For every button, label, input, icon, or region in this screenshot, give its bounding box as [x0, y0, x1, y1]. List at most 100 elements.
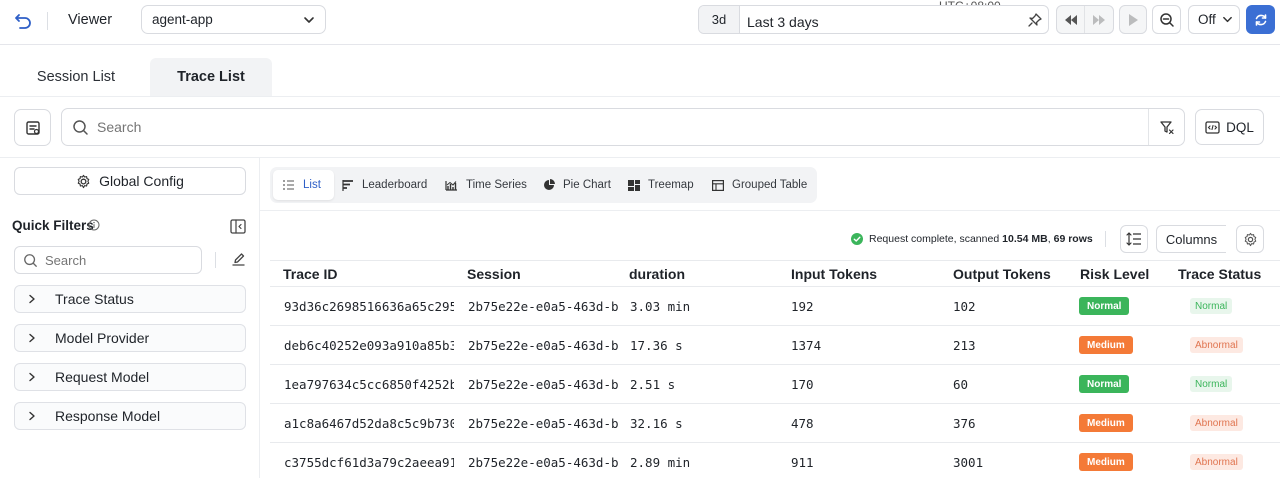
back-icon[interactable]	[13, 10, 35, 32]
dql-button[interactable]: DQL	[1195, 109, 1264, 145]
refresh-button[interactable]	[1246, 5, 1275, 34]
filter-response-model[interactable]: Response Model	[14, 402, 246, 430]
risk-level-badge: Normal	[1079, 375, 1130, 393]
time-range-label: Last 3 days	[747, 13, 819, 30]
global-config-label: Global Config	[99, 173, 184, 189]
view-tab-treemap[interactable]: Treemap	[628, 170, 694, 200]
zoom-out-icon	[1159, 12, 1175, 28]
trace-status-badge: Abnormal	[1190, 454, 1243, 470]
pin-icon[interactable]	[1027, 12, 1043, 28]
cell-trace-id: 1ea797634c5cc6850f4252b	[284, 376, 454, 392]
table-row[interactable]: 1ea797634c5cc6850f4252b 2b75e22e-e0a5-463…	[270, 365, 1280, 404]
sidebar-border	[259, 158, 260, 478]
status-divider	[1105, 231, 1106, 247]
row-density-icon	[1126, 232, 1142, 246]
time-range-short: 3d	[699, 6, 740, 33]
scanned-size: 10.54 MB	[1002, 233, 1048, 245]
list-icon	[283, 180, 303, 190]
cell-session: 2b75e22e-e0a5-463d-b	[468, 376, 618, 392]
app-select-value: agent-app	[152, 12, 213, 27]
saved-queries-button[interactable]	[14, 109, 51, 146]
search-divider	[0, 157, 1280, 158]
search-icon	[23, 253, 38, 268]
request-status: Request complete, scanned 10.54 MB , 69 …	[851, 232, 1093, 246]
columns-button[interactable]: Columns	[1156, 225, 1226, 253]
global-config-button[interactable]: Global Config	[14, 167, 246, 195]
treemap-icon	[628, 179, 648, 191]
table-settings-button[interactable]	[1236, 225, 1264, 253]
filter-label: Model Provider	[55, 330, 150, 346]
column-header-risk-level[interactable]: Risk Level	[1080, 262, 1149, 286]
status-prefix: Request complete, scanned	[869, 233, 1000, 245]
column-header-session[interactable]: Session	[467, 262, 521, 286]
view-tab-grouped-table[interactable]: Grouped Table	[712, 170, 807, 200]
view-tab-label: Treemap	[648, 179, 694, 191]
table-row[interactable]: a1c8a6467d52da8c5c9b730 2b75e22e-e0a5-463…	[270, 404, 1280, 443]
tab-session-list[interactable]: Session List	[16, 58, 136, 96]
cell-duration: 3.03 min	[630, 298, 691, 314]
cell-duration: 32.16 s	[630, 415, 683, 431]
chevron-right-icon	[27, 411, 43, 421]
zoom-out-button[interactable]	[1152, 5, 1181, 34]
cell-trace-id: 93d36c2698516636a65c295	[284, 298, 454, 314]
chevron-right-icon	[27, 372, 43, 382]
tab-trace-list[interactable]: Trace List	[150, 58, 272, 96]
dql-label: DQL	[1226, 119, 1254, 135]
view-tab-label: Leaderboard	[362, 179, 428, 191]
view-tab-leaderboard[interactable]: Leaderboard	[342, 170, 427, 200]
filter-search-box	[14, 246, 202, 274]
app-select[interactable]: agent-app	[141, 5, 326, 34]
info-icon[interactable]	[88, 219, 100, 231]
collapse-sidebar-icon[interactable]	[230, 219, 246, 234]
viewer-label: Viewer	[68, 12, 113, 28]
cell-input-tokens: 478	[791, 415, 814, 431]
row-density-button[interactable]	[1120, 225, 1148, 253]
cell-output-tokens: 3001	[953, 454, 984, 470]
settings-icon	[1243, 232, 1258, 247]
refresh-interval-select[interactable]: Off	[1188, 5, 1240, 34]
filter-search-input[interactable]	[45, 248, 195, 272]
pie-chart-icon	[543, 179, 563, 191]
filter-model-provider[interactable]: Model Provider	[14, 324, 246, 352]
cell-duration: 2.89 min	[630, 454, 691, 470]
row-count: 69 rows	[1053, 233, 1093, 245]
play-button[interactable]	[1119, 5, 1147, 34]
cell-input-tokens: 170	[791, 376, 814, 392]
table-row[interactable]: c3755dcf61d3a79c2aeea91 2b75e22e-e0a5-463…	[270, 443, 1280, 478]
filter-icon[interactable]	[1148, 109, 1185, 145]
column-header-output-tokens[interactable]: Output Tokens	[953, 262, 1051, 286]
view-tab-time-series[interactable]: Time Series	[445, 170, 527, 200]
search-icon	[72, 119, 89, 136]
view-tab-label: Time Series	[466, 179, 527, 191]
cell-input-tokens: 911	[791, 454, 814, 470]
cell-duration: 17.36 s	[630, 337, 683, 353]
filter-request-model[interactable]: Request Model	[14, 363, 246, 391]
view-tab-pie-chart[interactable]: Pie Chart	[543, 170, 611, 200]
column-header-trace-status[interactable]: Trace Status	[1178, 262, 1261, 286]
table-row[interactable]: 93d36c2698516636a65c295 2b75e22e-e0a5-463…	[270, 287, 1280, 326]
tabs-divider	[0, 96, 1280, 97]
view-tab-list[interactable]: List	[273, 170, 334, 200]
time-range-picker[interactable]: 3d Last 3 days	[698, 5, 1049, 34]
filter-trace-status[interactable]: Trace Status	[14, 285, 246, 313]
fast-forward-icon[interactable]	[1085, 6, 1113, 33]
filter-label: Response Model	[55, 408, 161, 424]
filter-label: Trace Status	[55, 291, 134, 307]
filter-label: Request Model	[55, 369, 150, 385]
cell-duration: 2.51 s	[630, 376, 676, 392]
table-row[interactable]: deb6c40252e093a910a85b3 2b75e22e-e0a5-463…	[270, 326, 1280, 365]
time-series-icon	[445, 180, 466, 191]
rewind-icon[interactable]	[1057, 6, 1085, 33]
column-header-duration[interactable]: duration	[629, 262, 685, 286]
cell-trace-id: c3755dcf61d3a79c2aeea91	[284, 454, 454, 470]
cell-output-tokens: 213	[953, 337, 976, 353]
search-input[interactable]	[97, 112, 1137, 142]
column-header-trace-id[interactable]: Trace ID	[283, 262, 337, 286]
chevron-right-icon	[27, 294, 43, 304]
view-tabs-divider	[260, 210, 1280, 211]
quick-filters-title: Quick Filters	[12, 218, 94, 233]
column-header-input-tokens[interactable]: Input Tokens	[791, 262, 877, 286]
risk-level-badge: Medium	[1079, 414, 1133, 432]
saved-query-icon	[25, 120, 41, 136]
edit-icon[interactable]	[231, 252, 246, 267]
